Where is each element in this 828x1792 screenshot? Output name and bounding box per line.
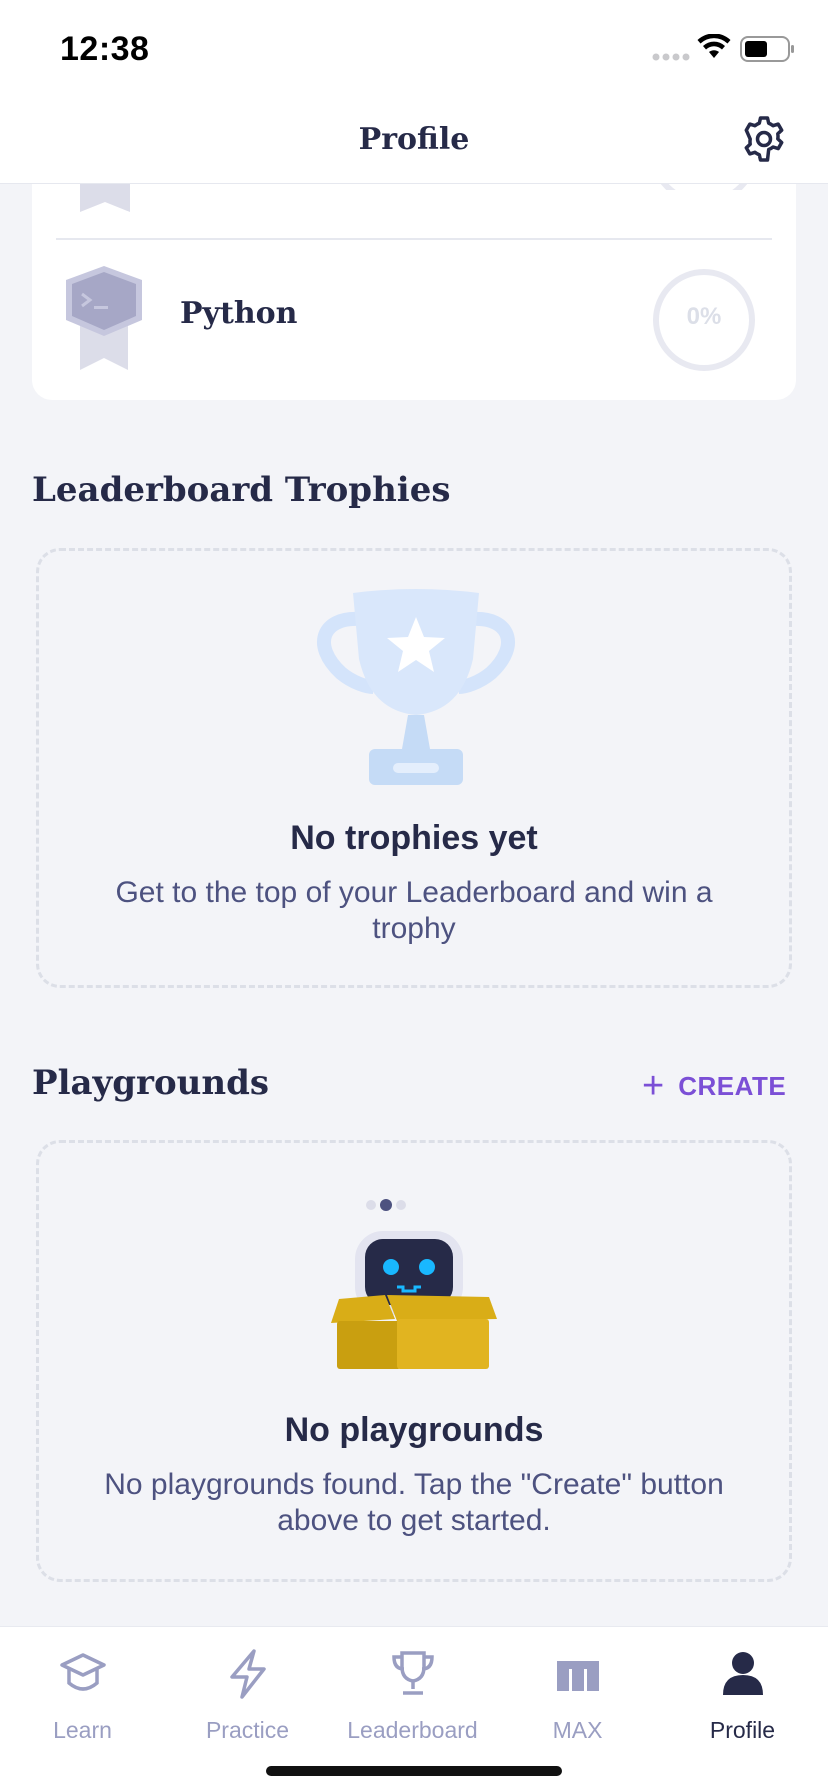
tab-label: MAX (552, 1717, 603, 1743)
tab-label: Practice (205, 1717, 290, 1743)
tab-label: Profile (709, 1717, 776, 1743)
max-logo-icon (556, 1661, 599, 1691)
cellular-signal-icon (652, 53, 690, 61)
graduation-cap-icon (59, 1653, 106, 1691)
tab-practice[interactable]: Practice (165, 1639, 330, 1749)
tab-learn[interactable]: Learn (0, 1639, 165, 1749)
tab-leaderboard[interactable]: Leaderboard (330, 1639, 495, 1749)
playgrounds-empty-title: No playgrounds (284, 1411, 544, 1449)
user-icon (722, 1652, 763, 1695)
trophy-icon (391, 1651, 434, 1695)
profile-screen: 12:38 Profile Python 0% Leaderboard Trop… (0, 0, 828, 1792)
plus-icon: + (642, 1065, 665, 1107)
home-indicator (266, 1766, 562, 1776)
trophies-empty-title: No trophies yet (290, 819, 538, 857)
create-button-label: CREATE (678, 1070, 787, 1101)
course-title: Python (180, 296, 298, 331)
trophies-empty-description: Get to the top of your Leaderboard and w… (115, 876, 713, 945)
battery-icon (740, 36, 794, 62)
lightning-icon (229, 1649, 266, 1699)
playgrounds-empty-description: No playgrounds found. Tap the "Create" b… (104, 1468, 724, 1537)
status-bar: 12:38 (0, 0, 828, 96)
app-header: Profile (0, 96, 828, 184)
courses-card: Python 0% (32, 150, 796, 400)
settings-gear-icon[interactable] (740, 115, 788, 163)
section-title-trophies: Leaderboard Trophies (32, 470, 451, 510)
playgrounds-empty-state: No playgrounds No playgrounds found. Tap… (36, 1140, 792, 1582)
tab-label: Leaderboard (347, 1717, 478, 1743)
section-title-playgrounds: Playgrounds (32, 1063, 269, 1103)
tab-max[interactable]: MAX (495, 1639, 660, 1749)
trophy-illustration-icon (317, 589, 515, 785)
python-course-badge-icon (66, 266, 142, 370)
tab-profile[interactable]: Profile (660, 1639, 825, 1749)
wifi-icon (697, 34, 731, 58)
page-title: Profile (358, 122, 470, 157)
status-time: 12:38 (60, 30, 150, 68)
course-progress-value: 0% (686, 303, 722, 330)
robot-in-box-illustration-icon (331, 1199, 497, 1369)
trophies-empty-state: No trophies yet Get to the top of your L… (36, 548, 792, 988)
course-row-python[interactable]: Python 0% (32, 240, 796, 380)
tab-label: Learn (53, 1717, 112, 1743)
create-playground-button[interactable]: + CREATE (642, 1066, 786, 1106)
